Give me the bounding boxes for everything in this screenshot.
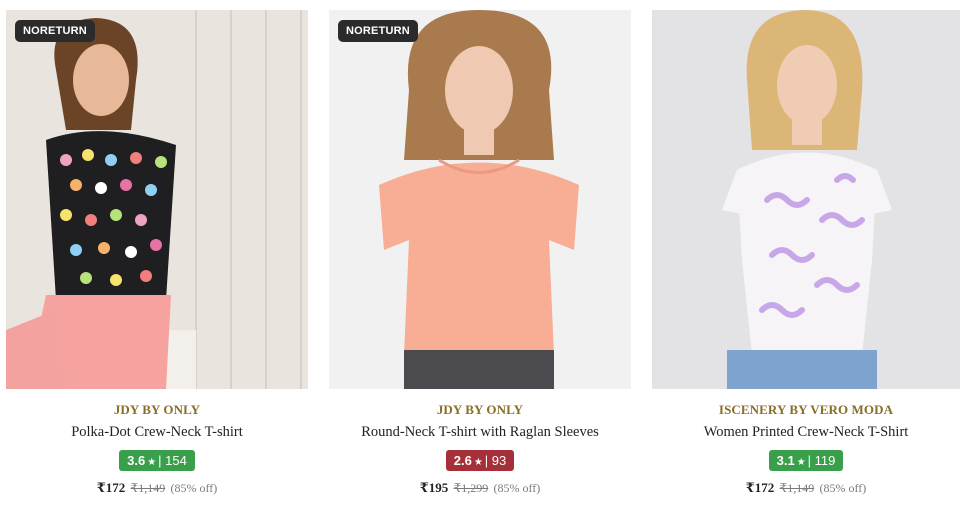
product-card[interactable]: ISCENERY BY VERO MODA Women Printed Crew… [652, 10, 960, 496]
product-name[interactable]: Polka-Dot Crew-Neck T-shirt [6, 424, 308, 441]
sale-price: ₹172 [745, 480, 775, 495]
product-image[interactable]: NORETURN [6, 10, 308, 389]
sale-price: ₹195 [419, 480, 449, 495]
product-photo [329, 10, 631, 389]
price-line: ₹172 ₹1,149 (85% off) [652, 480, 960, 496]
product-info: JDY BY ONLY Round-Neck T-shirt with Ragl… [329, 402, 631, 496]
product-card[interactable]: NORETURN JDY BY ONLY Polka-Dot Crew-Neck… [6, 10, 308, 496]
product-info: JDY BY ONLY Polka-Dot Crew-Neck T-shirt … [6, 402, 308, 496]
star-icon: ★ [147, 457, 157, 468]
price-line: ₹195 ₹1,299 (85% off) [329, 480, 631, 496]
rating-value: 2.6 [453, 453, 472, 468]
star-icon: ★ [473, 457, 483, 468]
rating-badge: 3.1 ★ | 119 [768, 450, 844, 471]
rating-count: 93 [491, 453, 507, 468]
original-price: ₹1,149 [130, 481, 166, 495]
product-name[interactable]: Women Printed Crew-Neck T-Shirt [652, 424, 960, 441]
product-image[interactable]: NORETURN [329, 10, 631, 389]
star-icon: ★ [796, 457, 806, 468]
noreturn-badge: NORETURN [15, 20, 95, 42]
product-grid: NORETURN JDY BY ONLY Polka-Dot Crew-Neck… [0, 0, 967, 526]
noreturn-badge: NORETURN [338, 20, 418, 42]
product-info: ISCENERY BY VERO MODA Women Printed Crew… [652, 402, 960, 496]
brand-name[interactable]: JDY BY ONLY [329, 402, 631, 418]
product-photo [652, 10, 960, 389]
price-line: ₹172 ₹1,149 (85% off) [6, 480, 308, 496]
original-price: ₹1,149 [779, 481, 815, 495]
brand-name[interactable]: ISCENERY BY VERO MODA [652, 402, 960, 418]
product-name[interactable]: Round-Neck T-shirt with Raglan Sleeves [329, 424, 631, 441]
sale-price: ₹172 [96, 480, 126, 495]
rating-count: 119 [814, 453, 836, 468]
rating-badge: 2.6 ★ | 93 [445, 450, 515, 471]
rating-value: 3.6 [127, 453, 146, 468]
discount-text: (85% off) [493, 481, 541, 495]
discount-text: (85% off) [819, 481, 867, 495]
rating-badge: 3.6 ★ | 154 [119, 450, 195, 471]
product-card[interactable]: NORETURN JDY BY ONLY Round-Neck T-shirt … [329, 10, 631, 496]
rating-count: 154 [165, 453, 187, 468]
brand-name[interactable]: JDY BY ONLY [6, 402, 308, 418]
rating-value: 3.1 [776, 453, 795, 468]
product-photo [6, 10, 308, 389]
original-price: ₹1,299 [453, 481, 489, 495]
discount-text: (85% off) [170, 481, 218, 495]
product-image[interactable] [652, 10, 960, 389]
